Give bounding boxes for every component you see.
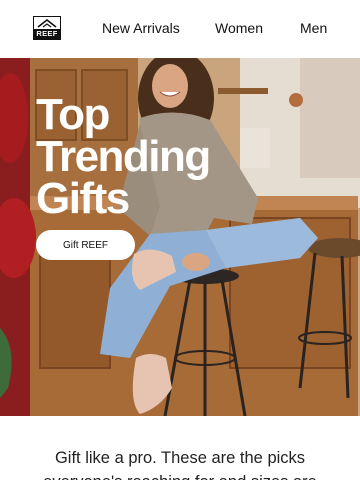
hero-title-line-1: Top bbox=[36, 90, 110, 139]
intro-text-line-2: everyone's reaching for and sizes are bbox=[0, 470, 360, 480]
hero-title-line-2: Trending bbox=[36, 132, 211, 181]
nav-link-new-arrivals[interactable]: New Arrivals bbox=[102, 20, 180, 36]
intro-text: Gift like a pro. These are the picks eve… bbox=[0, 446, 360, 480]
wave-icon bbox=[37, 19, 57, 28]
logo-label: REEF bbox=[34, 29, 60, 39]
hero-banner[interactable]: Top Trending Gifts Gift REEF bbox=[0, 58, 360, 416]
reef-logo[interactable]: REEF bbox=[33, 16, 61, 40]
nav-link-women[interactable]: Women bbox=[215, 20, 263, 36]
intro-text-line-1: Gift like a pro. These are the picks bbox=[54, 449, 306, 467]
hero-title-line-3: Gifts bbox=[36, 174, 130, 223]
nav-link-men[interactable]: Men bbox=[300, 20, 327, 36]
top-navigation: REEF New Arrivals Women Men bbox=[0, 0, 360, 58]
gift-reef-button[interactable]: Gift REEF bbox=[36, 230, 135, 260]
hero-title: Top Trending Gifts bbox=[36, 90, 236, 223]
